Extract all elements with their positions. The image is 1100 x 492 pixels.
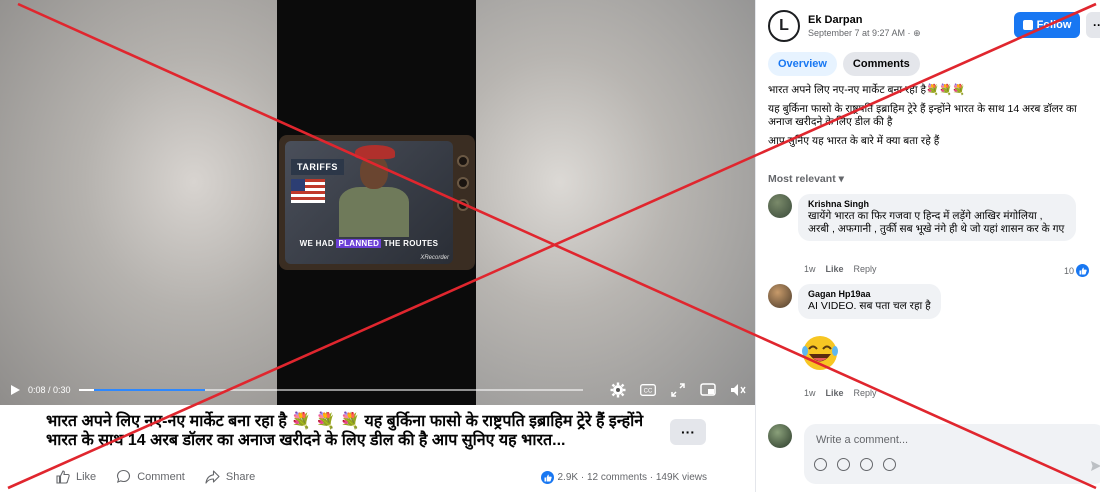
commenter-avatar[interactable] [768, 284, 792, 308]
post-description: भारत अपने लिए नए-नए मार्केट बना रहा है💐💐… [768, 84, 1090, 154]
comment-button[interactable]: Comment [116, 469, 185, 484]
author-header[interactable]: L Ek Darpan September 7 at 9:27 AM · ⊕ [768, 10, 921, 42]
fullscreen-icon[interactable] [669, 382, 687, 398]
globe-icon: ⊕ [913, 27, 921, 38]
comment-text: खायेंगे भारत का फिर गजवा ए हिन्द में लड़… [808, 210, 1065, 235]
desc-line: भारत अपने लिए नए-नए मार्केट बना रहा है💐💐… [768, 84, 966, 96]
video-controls: 0:08 / 0:30 CC [0, 378, 755, 402]
avatar-sticker-icon[interactable] [814, 458, 827, 471]
share-label: Share [225, 470, 256, 483]
comment-time: 1w [804, 388, 816, 398]
video-blur-right [476, 0, 755, 405]
author-name[interactable]: Ek Darpan [808, 14, 921, 26]
desc-line: आप सुनिए यह भारत के बारे में क्या बता रह… [768, 135, 940, 147]
comment-label: Comment [137, 470, 185, 483]
post-more-button[interactable]: ··· [670, 419, 706, 445]
tv-caption: WE HAD PLANNED THE ROUTES [299, 239, 439, 248]
us-flag-icon [291, 179, 325, 203]
comment-like-link[interactable]: Like [826, 388, 844, 398]
comment-time: 1w [804, 264, 816, 274]
tab-comments[interactable]: Comments [842, 52, 920, 76]
comment-like-link[interactable]: Like [826, 264, 844, 274]
commenter-avatar[interactable] [768, 194, 792, 218]
facebook-video-post: TARIFFS WE HAD PLANNED THE ROUTES XRecor… [0, 0, 1100, 492]
emoji-icon[interactable] [837, 458, 850, 471]
comment-placeholder: Write a comment... [816, 434, 909, 446]
share-icon [205, 469, 220, 484]
play-icon[interactable] [8, 383, 22, 397]
post-stats[interactable]: 2.9K · 12 comments · 149K views [541, 471, 707, 484]
comment-reactions[interactable]: 10 [1064, 264, 1092, 277]
settings-gear-icon[interactable] [609, 382, 627, 398]
like-button[interactable]: Like [56, 469, 97, 484]
comment-reply-link[interactable]: Reply [854, 388, 877, 398]
side-more-button[interactable]: ··· [1086, 12, 1100, 38]
pip-icon[interactable] [699, 382, 717, 398]
captions-icon[interactable]: CC [639, 382, 657, 398]
volume-icon[interactable] [729, 382, 747, 398]
post-title: भारत अपने लिए नए-नए मार्केट बना रहा है 💐… [46, 413, 644, 449]
author-avatar[interactable]: L [768, 10, 800, 42]
comment-bubble: Gagan Hp19aa AI VIDEO. सब पता चल रहा है [798, 284, 941, 319]
post-actions: Like Comment Share [56, 469, 275, 484]
follow-button[interactable]: Follow [1014, 12, 1080, 38]
sticker-icon[interactable] [883, 458, 896, 471]
comment-item: Gagan Hp19aa AI VIDEO. सब पता चल रहा है [768, 284, 941, 319]
like-label: Like [76, 470, 97, 483]
tariffs-label: TARIFFS [291, 159, 344, 175]
comment-meta: 1w Like Reply [804, 264, 887, 274]
panel-tabs: Overview Comments [768, 52, 926, 76]
watermark: XRecorder [420, 255, 449, 261]
svg-text:CC: CC [644, 389, 653, 395]
soldier-figure [339, 145, 409, 237]
tv-knobs [457, 155, 471, 221]
comment-icon [117, 469, 131, 483]
like-reaction-icon [1076, 264, 1090, 277]
comment-tools [814, 458, 906, 471]
comment-input[interactable]: Write a comment... [804, 424, 1100, 484]
progress-bar[interactable] [78, 389, 583, 391]
tv-screen: TARIFFS WE HAD PLANNED THE ROUTES XRecor… [285, 141, 453, 264]
video-blur-left [0, 0, 277, 405]
user-avatar[interactable] [768, 424, 792, 448]
side-panel: L Ek Darpan September 7 at 9:27 AM · ⊕ F… [755, 0, 1100, 492]
post-stats-text: 2.9K · 12 comments · 149K views [557, 472, 707, 483]
commenter-name[interactable]: Krishna Singh [808, 199, 1066, 209]
follow-icon [1022, 20, 1033, 30]
like-reaction-icon [541, 471, 555, 484]
laughing-emoji-sticker [802, 336, 838, 370]
post-body: भारत अपने लिए नए-नए मार्केट बना रहा है 💐… [0, 405, 755, 492]
comment-bubble: Krishna Singh खायेंगे भारत का फिर गजवा ए… [798, 194, 1076, 241]
comment-reply-link[interactable]: Reply [854, 264, 877, 274]
tab-overview[interactable]: Overview [768, 52, 837, 76]
post-time: September 7 at 9:27 AM · ⊕ [808, 27, 921, 38]
commenter-name[interactable]: Gagan Hp19aa [808, 289, 931, 299]
send-icon[interactable] [1090, 460, 1100, 472]
desc-line: यह बुर्किना फासो के राष्ट्रपति इब्राहिम … [768, 103, 1077, 128]
comment-meta: 1w Like Reply [804, 388, 887, 398]
video-frame: TARIFFS WE HAD PLANNED THE ROUTES XRecor… [277, 0, 476, 405]
gif-icon[interactable] [860, 458, 873, 471]
thumbs-up-icon [56, 469, 70, 484]
comment-text: AI VIDEO. सब पता चल रहा है [808, 300, 931, 312]
video-player[interactable]: TARIFFS WE HAD PLANNED THE ROUTES XRecor… [0, 0, 755, 405]
share-button[interactable]: Share [205, 469, 256, 484]
write-comment-area: Write a comment... [768, 424, 1100, 484]
comment-item: Krishna Singh खायेंगे भारत का फिर गजवा ए… [768, 194, 1076, 241]
video-time: 0:08 / 0:30 [28, 385, 71, 395]
tv-graphic: TARIFFS WE HAD PLANNED THE ROUTES XRecor… [279, 135, 475, 270]
sort-most-relevant[interactable]: Most relevant ▾ [768, 173, 844, 185]
